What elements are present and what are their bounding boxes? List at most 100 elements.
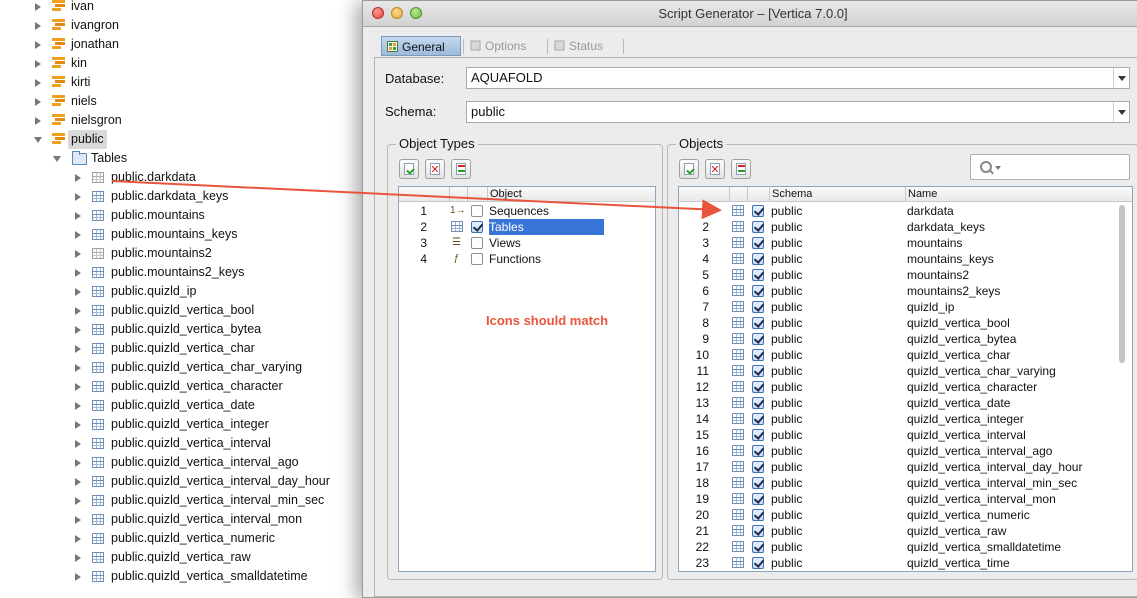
object-type-row[interactable]: 3 ☰ Views (399, 235, 655, 251)
object-row[interactable]: 21 public quizld_vertica_raw (679, 523, 1115, 539)
collapse-arrow-icon[interactable] (53, 156, 61, 162)
object-row[interactable]: 16 public quizld_vertica_interval_ago (679, 443, 1115, 459)
invert-objects-button[interactable] (731, 159, 751, 179)
deselect-all-types-button[interactable] (425, 159, 445, 179)
objects-scrollbar[interactable] (1119, 205, 1125, 363)
object-checkbox[interactable] (752, 301, 764, 313)
object-type-row[interactable]: 2 Tables (399, 219, 655, 235)
expand-arrow-icon[interactable] (35, 22, 41, 30)
object-column-header[interactable]: Object (487, 187, 655, 201)
object-row[interactable]: 20 public quizld_vertica_numeric (679, 507, 1115, 523)
object-row[interactable]: 22 public quizld_vertica_smalldatetime (679, 539, 1115, 555)
expand-arrow-icon[interactable] (75, 269, 81, 277)
expand-arrow-icon[interactable] (75, 326, 81, 334)
expand-arrow-icon[interactable] (75, 516, 81, 524)
expand-arrow-icon[interactable] (75, 250, 81, 258)
expand-arrow-icon[interactable] (35, 3, 41, 11)
object-row[interactable]: 1 public darkdata (679, 203, 1115, 219)
expand-arrow-icon[interactable] (75, 288, 81, 296)
expand-arrow-icon[interactable] (75, 345, 81, 353)
object-type-row[interactable]: 1 1→ Sequences (399, 203, 655, 219)
object-type-checkbox[interactable] (471, 205, 483, 217)
object-checkbox[interactable] (752, 541, 764, 553)
expand-arrow-icon[interactable] (75, 459, 81, 467)
expand-arrow-icon[interactable] (75, 402, 81, 410)
objects-search-input[interactable] (970, 154, 1130, 180)
expand-arrow-icon[interactable] (75, 364, 81, 372)
object-checkbox[interactable] (752, 381, 764, 393)
object-checkbox[interactable] (752, 413, 764, 425)
object-row[interactable]: 2 public darkdata_keys (679, 219, 1115, 235)
object-checkbox[interactable] (752, 477, 764, 489)
expand-arrow-icon[interactable] (75, 193, 81, 201)
object-checkbox[interactable] (752, 509, 764, 521)
title-bar[interactable]: Script Generator – [Vertica 7.0.0] (363, 1, 1137, 27)
object-row[interactable]: 3 public mountains (679, 235, 1115, 251)
object-row[interactable]: 4 public mountains_keys (679, 251, 1115, 267)
object-type-checkbox[interactable] (471, 237, 483, 249)
object-row[interactable]: 12 public quizld_vertica_character (679, 379, 1115, 395)
object-checkbox[interactable] (752, 269, 764, 281)
object-checkbox[interactable] (752, 557, 764, 569)
object-row[interactable]: 6 public mountains2_keys (679, 283, 1115, 299)
object-checkbox[interactable] (752, 237, 764, 249)
object-checkbox[interactable] (752, 333, 764, 345)
object-checkbox[interactable] (752, 253, 764, 265)
object-row[interactable]: 7 public quizld_ip (679, 299, 1115, 315)
object-checkbox[interactable] (752, 317, 764, 329)
expand-arrow-icon[interactable] (75, 212, 81, 220)
object-row[interactable]: 17 public quizld_vertica_interval_day_ho… (679, 459, 1115, 475)
object-type-row[interactable]: 4 ƒ Functions (399, 251, 655, 267)
object-row[interactable]: 9 public quizld_vertica_bytea (679, 331, 1115, 347)
object-checkbox[interactable] (752, 285, 764, 297)
object-checkbox[interactable] (752, 445, 764, 457)
object-row[interactable]: 5 public mountains2 (679, 267, 1115, 283)
tab-status[interactable]: Status (549, 36, 621, 56)
tab-general[interactable]: General (381, 36, 461, 56)
schema-column-header[interactable]: Schema (769, 187, 905, 201)
object-type-checkbox[interactable] (471, 253, 483, 265)
deselect-all-objects-button[interactable] (705, 159, 725, 179)
search-options-icon[interactable] (995, 166, 1001, 170)
select-all-types-button[interactable] (399, 159, 419, 179)
object-checkbox[interactable] (752, 429, 764, 441)
invert-types-button[interactable] (451, 159, 471, 179)
expand-arrow-icon[interactable] (75, 307, 81, 315)
object-checkbox[interactable] (752, 221, 764, 233)
object-row[interactable]: 23 public quizld_vertica_time (679, 555, 1115, 571)
expand-arrow-icon[interactable] (75, 440, 81, 448)
expand-arrow-icon[interactable] (75, 535, 81, 543)
object-checkbox[interactable] (752, 205, 764, 217)
expand-arrow-icon[interactable] (35, 79, 41, 87)
expand-arrow-icon[interactable] (75, 231, 81, 239)
object-row[interactable]: 15 public quizld_vertica_interval (679, 427, 1115, 443)
object-row[interactable]: 10 public quizld_vertica_char (679, 347, 1115, 363)
select-all-objects-button[interactable] (679, 159, 699, 179)
object-checkbox[interactable] (752, 349, 764, 361)
object-row[interactable]: 18 public quizld_vertica_interval_min_se… (679, 475, 1115, 491)
expand-arrow-icon[interactable] (75, 478, 81, 486)
tab-options[interactable]: Options (465, 36, 547, 56)
expand-arrow-icon[interactable] (75, 573, 81, 581)
expand-arrow-icon[interactable] (35, 117, 41, 125)
chevron-down-icon[interactable] (1113, 102, 1129, 122)
object-row[interactable]: 8 public quizld_vertica_bool (679, 315, 1115, 331)
expand-arrow-icon[interactable] (75, 421, 81, 429)
object-type-checkbox[interactable] (471, 221, 483, 233)
expand-arrow-icon[interactable] (35, 60, 41, 68)
name-column-header[interactable]: Name (905, 187, 1115, 201)
object-row[interactable]: 11 public quizld_vertica_char_varying (679, 363, 1115, 379)
object-checkbox[interactable] (752, 493, 764, 505)
schema-select[interactable]: public (466, 101, 1130, 123)
object-checkbox[interactable] (752, 525, 764, 537)
object-row[interactable]: 13 public quizld_vertica_date (679, 395, 1115, 411)
object-row[interactable]: 14 public quizld_vertica_integer (679, 411, 1115, 427)
expand-arrow-icon[interactable] (35, 41, 41, 49)
object-checkbox[interactable] (752, 397, 764, 409)
object-row[interactable]: 19 public quizld_vertica_interval_mon (679, 491, 1115, 507)
expand-arrow-icon[interactable] (75, 174, 81, 182)
expand-arrow-icon[interactable] (75, 383, 81, 391)
expand-arrow-icon[interactable] (35, 98, 41, 106)
object-checkbox[interactable] (752, 461, 764, 473)
database-select[interactable]: AQUAFOLD (466, 67, 1130, 89)
